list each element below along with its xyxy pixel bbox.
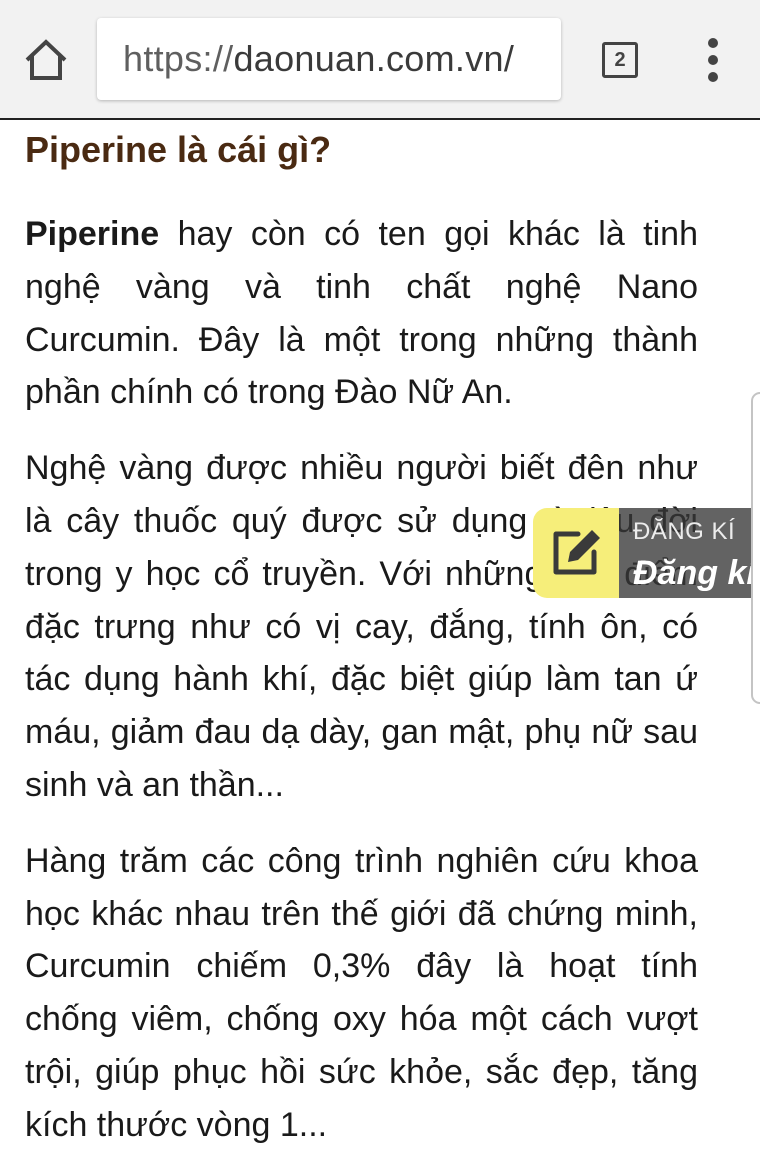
register-icon-box [533, 508, 619, 598]
paragraph-2: Nghệ vàng được nhiều người biết đên như … [25, 449, 698, 804]
url-scheme: https:// [123, 38, 234, 79]
article-content: Piperine là cái gì? Piperine hay còn có … [25, 120, 698, 1152]
home-icon[interactable] [18, 34, 74, 86]
register-small-label: ĐĂNG KÍ [633, 518, 736, 545]
edit-icon [553, 530, 600, 575]
register-text-box: ĐĂNG KÍ Đăng kí [619, 508, 760, 598]
register-big-label: Đăng kí [633, 554, 756, 592]
address-bar[interactable]: https://daonuan.com.vn/ [97, 18, 561, 100]
url-host: daonuan.com.vn/ [233, 38, 515, 79]
register-floating-button[interactable]: ĐĂNG KÍ Đăng kí [533, 508, 760, 598]
paragraph-1: Piperine hay còn có ten gọi khác là tinh… [25, 208, 698, 419]
paragraph-3: Hàng trăm các công trình nghiên cứu khoa… [25, 841, 698, 1144]
edge-panel-handle[interactable] [751, 392, 760, 704]
browser-toolbar: https://daonuan.com.vn/ 2 [0, 0, 760, 120]
article-heading: Piperine là cái gì? [25, 129, 332, 170]
tab-switcher-button[interactable]: 2 [602, 42, 638, 78]
more-vert-icon[interactable] [696, 38, 730, 82]
url-text: https://daonuan.com.vn/ [123, 38, 514, 80]
paragraph-1-lead: Piperine [25, 215, 160, 253]
